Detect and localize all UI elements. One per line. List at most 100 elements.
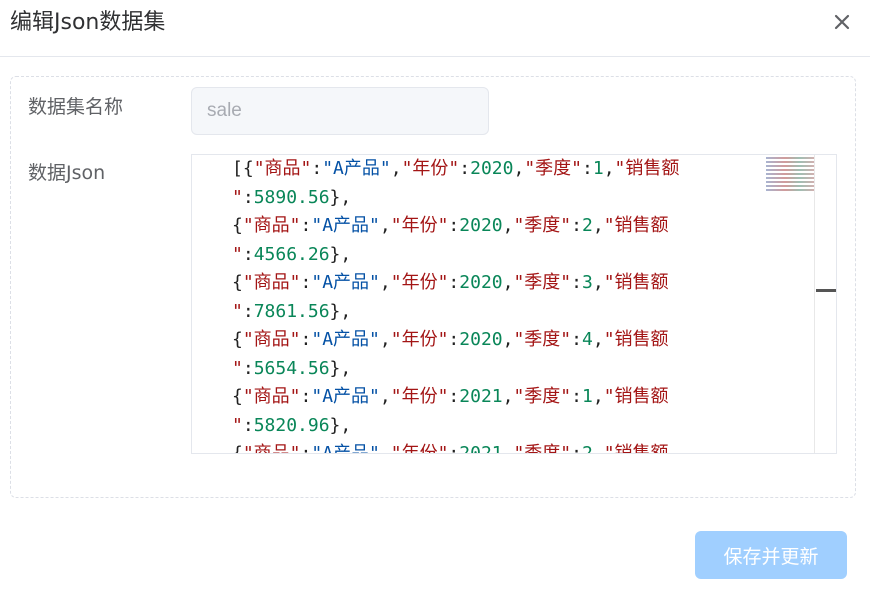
code-line: {"商品":"A产品","年份":2020,"季度":4,"销售额 [232, 326, 772, 355]
code-token: "A产品" [311, 443, 380, 454]
code-token: 5890.56 [253, 186, 330, 208]
json-label: 数据Json [28, 162, 106, 184]
code-token: : [300, 443, 312, 454]
code-token: : [448, 272, 460, 293]
code-token: , [603, 158, 615, 179]
code-token: , [592, 386, 604, 407]
minimap[interactable] [764, 155, 814, 207]
code-token: , [502, 386, 514, 407]
code-token: }, [329, 300, 352, 322]
code-token: 7861.56 [253, 300, 330, 322]
code-token: , [592, 272, 604, 293]
code-token: , [379, 272, 391, 293]
code-token: , [379, 329, 391, 350]
scroll-position-marker[interactable] [816, 289, 836, 292]
code-token: }, [329, 186, 352, 208]
code-token: , [513, 158, 525, 179]
code-token: "商品" [242, 386, 301, 407]
code-token: : [448, 329, 460, 350]
code-token: 2020 [459, 329, 503, 350]
save-and-update-button[interactable]: 保存并更新 [695, 531, 847, 579]
code-token: "商品" [242, 329, 301, 350]
code-token: 4 [582, 329, 593, 350]
code-token: " [232, 414, 243, 436]
code-token: " [232, 186, 243, 208]
code-token: }, [329, 357, 352, 379]
code-line: [{"商品":"A产品","年份":2020,"季度":1,"销售额 [232, 155, 772, 184]
scrollbar-track[interactable] [814, 155, 815, 453]
code-token: 2 [582, 443, 593, 454]
code-token: "销售额 [603, 443, 669, 454]
code-token: , [592, 329, 604, 350]
code-token: "A产品" [311, 386, 380, 407]
code-token: 2021 [459, 386, 503, 407]
code-token: }, [329, 243, 352, 265]
code-token: "年份" [390, 443, 449, 454]
code-token: "季度" [513, 443, 572, 454]
code-token: 2020 [470, 158, 514, 179]
code-token: : [300, 329, 312, 350]
code-token: : [300, 386, 312, 407]
code-token: "销售额 [603, 215, 669, 236]
code-line: {"商品":"A产品","年份":2021,"季度":2,"销售额 [232, 440, 772, 454]
code-token: , [379, 443, 391, 454]
code-token: 2 [582, 215, 593, 236]
code-line: ":5890.56}, [232, 184, 772, 213]
code-token: : [571, 443, 582, 454]
code-line: ":4566.26}, [232, 241, 772, 270]
code-token: }, [329, 414, 352, 436]
code-line: {"商品":"A产品","年份":2020,"季度":3,"销售额 [232, 269, 772, 298]
code-line: {"商品":"A产品","年份":2020,"季度":2,"销售额 [232, 212, 772, 241]
dataset-name-label: 数据集名称 [28, 96, 124, 118]
close-icon[interactable] [830, 10, 854, 34]
code-token: , [379, 386, 391, 407]
code-token: : [571, 329, 582, 350]
code-line: {"商品":"A产品","年份":2021,"季度":1,"销售额 [232, 383, 772, 412]
code-token: : [242, 186, 254, 208]
code-token: 2021 [459, 443, 503, 454]
dialog-header: 编辑Json数据集 [0, 0, 870, 57]
code-line: ":7861.56}, [232, 298, 772, 327]
code-token: "A产品" [311, 329, 380, 350]
code-token: "年份" [390, 215, 449, 236]
code-token: "季度" [513, 386, 572, 407]
code-token: " [232, 243, 243, 265]
code-token: : [459, 158, 471, 179]
code-token: : [242, 243, 254, 265]
code-token: : [448, 443, 460, 454]
code-token: [{ [232, 158, 254, 179]
code-token: 5820.96 [253, 414, 330, 436]
code-token: "季度" [513, 272, 572, 293]
code-token: : [242, 300, 254, 322]
code-token: "销售额 [614, 158, 680, 179]
dataset-name-input[interactable] [191, 87, 489, 135]
code-token: { [232, 329, 243, 350]
code-token: 4566.26 [253, 243, 330, 265]
code-token: : [571, 215, 582, 236]
code-line: ":5654.56}, [232, 355, 772, 384]
dialog-title: 编辑Json数据集 [10, 10, 166, 35]
code-token: : [242, 357, 254, 379]
code-token: 2020 [459, 215, 503, 236]
code-token: 5654.56 [253, 357, 330, 379]
code-token: "商品" [242, 272, 301, 293]
code-token: "商品" [242, 215, 301, 236]
code-token: { [232, 443, 243, 454]
code-token: : [582, 158, 593, 179]
code-token: : [300, 272, 312, 293]
code-token: , [502, 329, 514, 350]
code-token: "季度" [513, 329, 572, 350]
code-token: 3 [582, 272, 593, 293]
code-token: : [311, 158, 323, 179]
code-token: , [592, 215, 604, 236]
code-token: "年份" [390, 329, 449, 350]
code-token: 1 [582, 386, 593, 407]
code-content[interactable]: [{"商品":"A产品","年份":2020,"季度":1,"销售额 ":5890… [232, 155, 772, 454]
code-token: "A产品" [322, 158, 391, 179]
json-editor[interactable]: [{"商品":"A产品","年份":2020,"季度":1,"销售额 ":5890… [191, 154, 837, 454]
code-token: , [502, 272, 514, 293]
code-token: 2020 [459, 272, 503, 293]
code-token: , [390, 158, 402, 179]
code-token: "季度" [513, 215, 572, 236]
code-token: : [300, 215, 312, 236]
